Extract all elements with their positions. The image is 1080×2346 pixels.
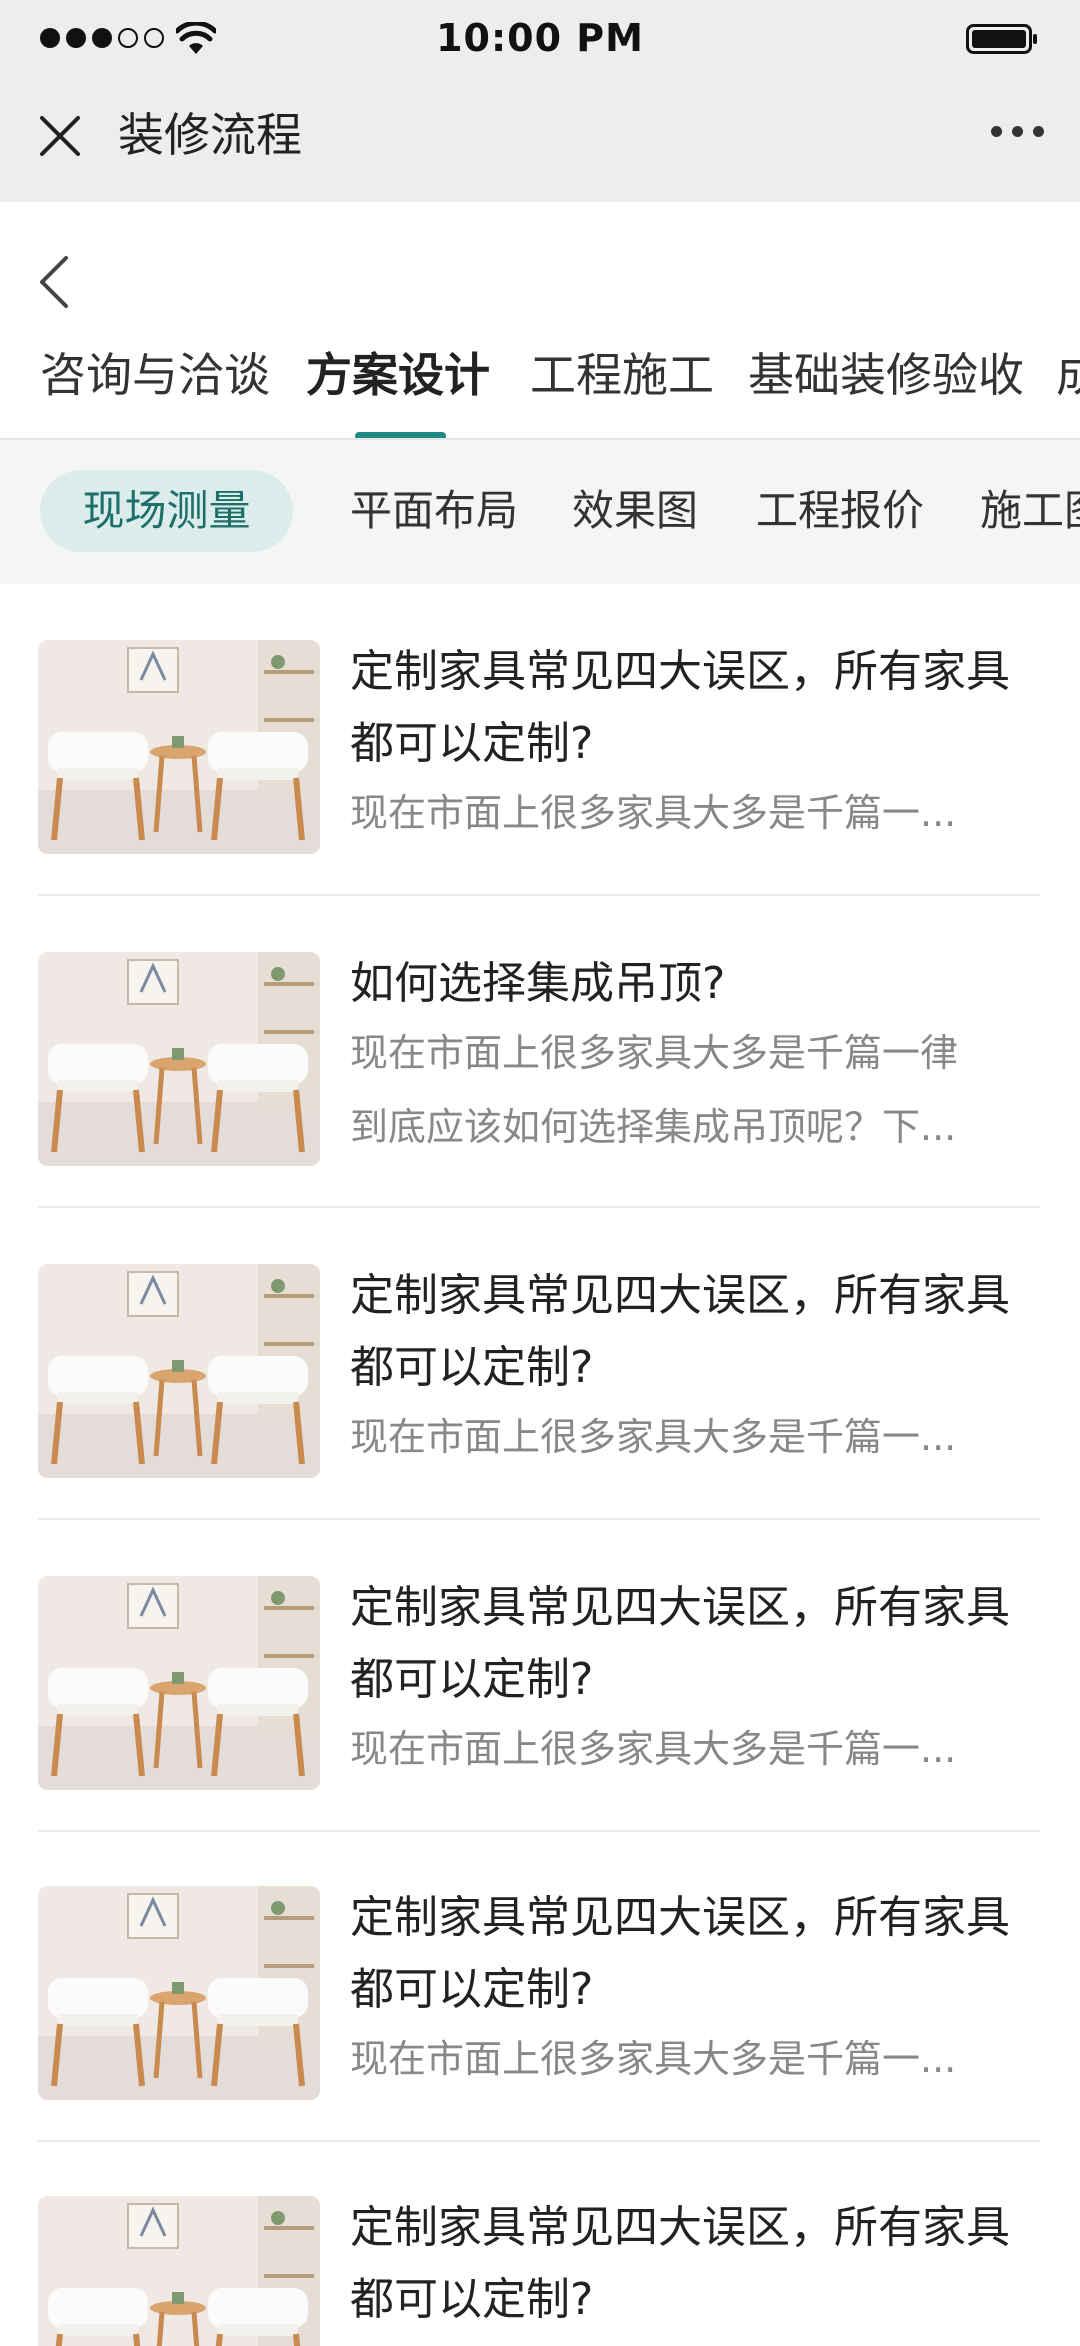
- article-summary: 现在市面上很多家具大多是千篇一...: [350, 1415, 957, 1459]
- article-title-line: 如何选择集成吊顶?: [350, 958, 726, 1009]
- article-title-line: 定制家具常见四大误区，所有家具: [350, 2202, 1010, 2253]
- article-title-line: 定制家具常见四大误区，所有家具: [350, 1270, 1010, 1321]
- article-summary: 现在市面上很多家具大多是千篇一...: [350, 1727, 957, 1771]
- tab-next[interactable]: 成: [1056, 342, 1080, 408]
- article-title: 定制家具常见四大误区，所有家具 都可以定制?: [350, 2192, 1050, 2336]
- article-title-line: 都可以定制?: [350, 1964, 594, 2015]
- article-title: 定制家具常见四大误区，所有家具 都可以定制?: [350, 636, 1050, 780]
- tab-consultation[interactable]: 咨询与洽谈: [40, 342, 270, 408]
- screen: 10:00 PM 装修流程 咨询与洽谈 方案设计 工程施工 基础装修验收 成 现…: [0, 0, 1080, 2346]
- subtab-construction-drawings[interactable]: 施工图: [980, 470, 1080, 552]
- article-title-line: 定制家具常见四大误区，所有家具: [350, 1892, 1010, 1943]
- status-bar: 10:00 PM: [0, 0, 1080, 78]
- article-thumbnail: [38, 1264, 320, 1478]
- subtab-site-measure[interactable]: 现场测量: [40, 470, 293, 552]
- article-title: 定制家具常见四大误区，所有家具 都可以定制?: [350, 1572, 1050, 1716]
- article-item[interactable]: 定制家具常见四大误区，所有家具 都可以定制? 现在市面上很多家具大多是千篇一..…: [0, 1830, 1080, 2142]
- article-item[interactable]: 定制家具常见四大误区，所有家具 都可以定制? 现在市面上很多家具大多是千篇一..…: [0, 584, 1080, 896]
- page-title: 装修流程: [118, 108, 302, 162]
- article-item[interactable]: 如何选择集成吊顶? 现在市面上很多家具大多是千篇一律 到底应该如何选择集成吊顶呢…: [0, 896, 1080, 1208]
- article-title-line: 定制家具常见四大误区，所有家具: [350, 1582, 1010, 1633]
- status-time: 10:00 PM: [436, 16, 644, 60]
- article-thumbnail: [38, 640, 320, 854]
- article-title-line: 都可以定制?: [350, 2274, 594, 2325]
- tab-acceptance[interactable]: 基础装修验收: [748, 342, 1024, 408]
- article-summary: 现在市面上很多家具大多是千篇一...: [350, 791, 957, 835]
- substage-tabs: 现场测量 平面布局 效果图 工程报价 施工图: [0, 440, 1080, 584]
- article-title: 如何选择集成吊顶?: [350, 948, 1050, 1020]
- article-item[interactable]: 定制家具常见四大误区，所有家具 都可以定制?: [0, 2140, 1080, 2346]
- article-title-line: 都可以定制?: [350, 718, 594, 769]
- article-title-line: 都可以定制?: [350, 1342, 594, 1393]
- article-title: 定制家具常见四大误区，所有家具 都可以定制?: [350, 1260, 1050, 1404]
- close-icon[interactable]: [38, 114, 82, 158]
- article-thumbnail: [38, 1886, 320, 2100]
- subtab-floor-plan[interactable]: 平面布局: [350, 470, 518, 552]
- article-thumbnail: [38, 1576, 320, 1790]
- back-arrow-icon[interactable]: [36, 254, 76, 310]
- article-title-line: 都可以定制?: [350, 1654, 594, 1705]
- article-summary: 到底应该如何选择集成吊顶呢？下...: [350, 1105, 957, 1149]
- article-summary: 现在市面上很多家具大多是千篇一律: [350, 1031, 959, 1075]
- article-thumbnail: [38, 2196, 320, 2346]
- navigation-bar: 装修流程: [0, 78, 1080, 202]
- more-icon[interactable]: [991, 126, 1044, 137]
- subtab-quotation[interactable]: 工程报价: [756, 470, 924, 552]
- article-thumbnail: [38, 952, 320, 1166]
- article-title: 定制家具常见四大误区，所有家具 都可以定制?: [350, 1882, 1050, 2026]
- battery-icon: [966, 24, 1037, 54]
- tab-design[interactable]: 方案设计: [306, 342, 490, 408]
- subtab-renderings[interactable]: 效果图: [572, 470, 698, 552]
- article-summary: 现在市面上很多家具大多是千篇一...: [350, 2037, 957, 2081]
- stage-tabs: 咨询与洽谈 方案设计 工程施工 基础装修验收 成: [0, 332, 1080, 440]
- article-item[interactable]: 定制家具常见四大误区，所有家具 都可以定制? 现在市面上很多家具大多是千篇一..…: [0, 1520, 1080, 1832]
- article-item[interactable]: 定制家具常见四大误区，所有家具 都可以定制? 现在市面上很多家具大多是千篇一..…: [0, 1208, 1080, 1520]
- article-title-line: 定制家具常见四大误区，所有家具: [350, 646, 1010, 697]
- tab-construction[interactable]: 工程施工: [530, 342, 714, 408]
- active-tab-indicator: [355, 432, 446, 438]
